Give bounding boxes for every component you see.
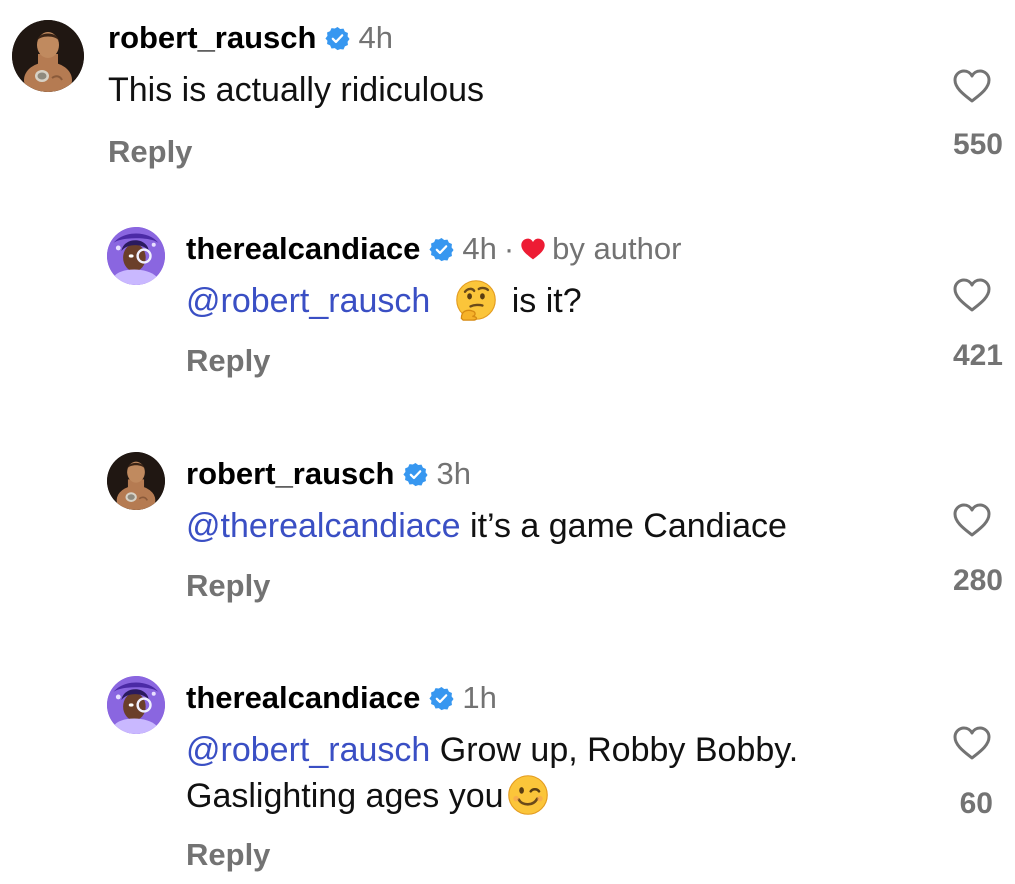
like-count: 280 <box>952 564 1003 597</box>
comment-time: 4h <box>462 231 497 266</box>
verified-badge-icon <box>429 237 454 262</box>
therealcandiace-avatar[interactable] <box>107 676 165 734</box>
heart-icon[interactable] <box>952 68 992 104</box>
verified-badge-icon <box>403 462 428 487</box>
comment-text: @robert_rausch is it? <box>186 277 582 325</box>
mention-link[interactable]: @robert_rausch <box>186 282 430 320</box>
comment-header: robert_rausch 4h <box>108 18 393 58</box>
username[interactable]: therealcandiace <box>186 678 420 718</box>
comment-text-after: is it? <box>511 282 582 320</box>
winking-face-emoji-icon <box>506 773 550 817</box>
username[interactable]: therealcandiace <box>186 229 420 269</box>
thinking-face-emoji-icon <box>454 278 498 322</box>
separator-dot: · <box>503 231 515 266</box>
comment-time: 4h <box>358 20 393 55</box>
like-count: 550 <box>952 128 1003 161</box>
robert-rausch-avatar[interactable] <box>107 452 165 510</box>
comment-text-after: Grow up, Robby Bobby. <box>430 731 799 769</box>
comment-text: This is actually ridiculous <box>108 71 485 109</box>
comment-header: therealcandiace 4h · by author <box>186 229 681 269</box>
heart-icon[interactable] <box>952 502 992 538</box>
username[interactable]: robert_rausch <box>186 454 394 494</box>
username[interactable]: robert_rausch <box>108 18 316 58</box>
comment-header: therealcandiace 1h <box>186 678 497 718</box>
comment-text-line-1: @robert_rausch Grow up, Robby Bobby. <box>186 726 798 774</box>
mention-link[interactable]: @therealcandiace <box>186 507 461 545</box>
like-count: 421 <box>952 339 1003 372</box>
comment-header: robert_rausch 3h <box>186 454 471 494</box>
liked-by-author-label: by author <box>552 231 682 266</box>
comment-time: 3h <box>436 456 471 491</box>
therealcandiace-avatar[interactable] <box>107 227 165 285</box>
author-heart-icon <box>520 237 546 261</box>
heart-icon[interactable] <box>952 277 992 313</box>
mention-link[interactable]: @robert_rausch <box>186 731 430 769</box>
comment-time: 1h <box>462 680 497 715</box>
reply-button[interactable]: Reply <box>186 341 270 381</box>
verified-badge-icon <box>325 26 350 51</box>
like-count: 60 <box>959 787 993 820</box>
comment-text: @therealcandiace it’s a game Candiace <box>186 502 787 550</box>
verified-badge-icon <box>429 686 454 711</box>
heart-icon[interactable] <box>952 725 992 761</box>
comment-text-second-line: Gaslighting ages you <box>186 777 504 815</box>
comment-text-after: it’s a game Candiace <box>460 507 787 545</box>
comment-text-line-2: Gaslighting ages you <box>186 772 550 820</box>
robert-rausch-avatar[interactable] <box>12 20 84 92</box>
reply-button[interactable]: Reply <box>186 566 270 606</box>
reply-button[interactable]: Reply <box>108 132 192 172</box>
reply-button[interactable]: Reply <box>186 835 270 875</box>
